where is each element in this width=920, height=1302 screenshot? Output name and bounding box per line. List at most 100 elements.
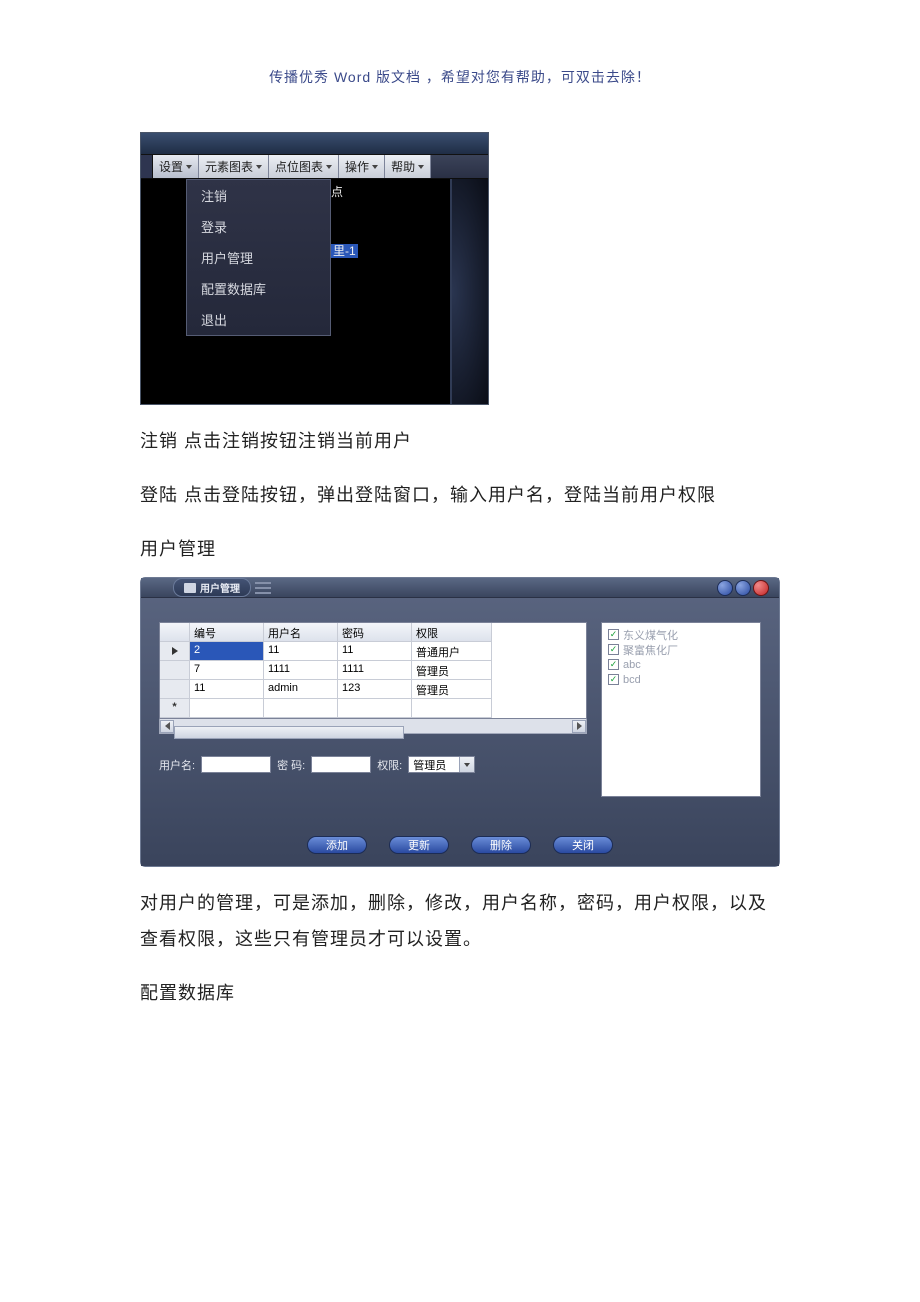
app-titlebar — [141, 133, 488, 155]
menu-label: 设置 — [159, 158, 183, 175]
close-dialog-button[interactable]: 关闭 — [553, 836, 613, 854]
cell-password: 11 — [338, 642, 412, 661]
tree-item[interactable]: ✓ bcd — [608, 672, 754, 687]
checkbox-checked-icon[interactable]: ✓ — [608, 629, 619, 640]
chevron-down-icon — [372, 165, 378, 169]
panel-edge — [450, 179, 488, 404]
scroll-right-button[interactable] — [572, 720, 586, 733]
dropdown-item-exit[interactable]: 退出 — [187, 304, 330, 335]
table-row[interactable]: 2 11 11 普通用户 — [160, 642, 586, 661]
app-menubar: 设置 元素图表 点位图表 操作 帮助 — [141, 155, 488, 179]
users-table[interactable]: 编号 用户名 密码 权限 2 11 11 普通用户 7 — [159, 622, 587, 719]
tree-label-1: 点 — [331, 183, 358, 200]
dialog-title: 用户管理 — [200, 580, 240, 595]
tree-item-label: bcd — [623, 674, 641, 686]
table-row[interactable]: 7 1111 1111 管理员 — [160, 661, 586, 680]
tree-item-label: 东义煤气化 — [623, 627, 678, 643]
label-password: 密 码: — [277, 757, 305, 773]
checkbox-checked-icon[interactable]: ✓ — [608, 674, 619, 685]
chevron-down-icon — [459, 757, 474, 772]
cell-role: 管理员 — [412, 680, 492, 699]
cell-role: 管理员 — [412, 661, 492, 680]
paragraph-usermgmt-heading: 用户管理 — [140, 531, 780, 567]
settings-menu-screenshot: 设置 元素图表 点位图表 操作 帮助 注销 登录 用户管理 — [140, 132, 489, 405]
menu-element-chart[interactable]: 元素图表 — [199, 155, 269, 178]
hamburger-icon[interactable] — [255, 582, 271, 594]
chevron-down-icon — [418, 165, 424, 169]
close-button[interactable] — [753, 580, 769, 596]
scroll-thumb[interactable] — [174, 726, 404, 739]
user-management-dialog: 用户管理 编号 用户名 密码 权限 — [140, 577, 780, 867]
tree-label-2: 里-1 — [331, 242, 358, 259]
checkbox-checked-icon[interactable]: ✓ — [608, 659, 619, 670]
new-row-icon: * — [160, 699, 190, 718]
tree-item[interactable]: ✓ 东义煤气化 — [608, 627, 754, 642]
col-number: 编号 — [190, 623, 264, 642]
paragraph-login-desc: 登陆 点击登陆按钮，弹出登陆窗口，输入用户名，登陆当前用户权限 — [140, 477, 780, 513]
dialog-titlebar: 用户管理 — [141, 578, 779, 598]
paragraph-usermgmt-desc: 对用户的管理，可是添加，删除，修改，用户名称，密码，用户权限，以及查看权限，这些… — [140, 885, 780, 957]
cell-username: admin — [264, 680, 338, 699]
menu-label: 操作 — [345, 158, 369, 175]
role-select[interactable]: 管理员 — [408, 756, 475, 773]
cell-password: 123 — [338, 680, 412, 699]
dropdown-item-user-mgmt[interactable]: 用户管理 — [187, 242, 330, 273]
tree-item-label: 聚富焦化厂 — [623, 642, 678, 658]
update-button[interactable]: 更新 — [389, 836, 449, 854]
label-username: 用户名: — [159, 757, 195, 773]
dropdown-item-logout[interactable]: 注销 — [187, 180, 330, 211]
paragraph-dbconfig-heading: 配置数据库 — [140, 975, 780, 1011]
dialog-title-pill: 用户管理 — [173, 578, 251, 597]
delete-button[interactable]: 删除 — [471, 836, 531, 854]
chevron-down-icon — [186, 165, 192, 169]
table-row[interactable]: 11 admin 123 管理员 — [160, 680, 586, 699]
username-input[interactable] — [201, 756, 271, 773]
cell-number: 7 — [190, 661, 264, 680]
paragraph-logout-desc: 注销 点击注销按钮注销当前用户 — [140, 423, 780, 459]
user-form-row: 用户名: 密 码: 权限: 管理员 — [159, 756, 587, 773]
scroll-left-button[interactable] — [160, 720, 174, 733]
dialog-button-row: 添加 更新 删除 关闭 — [141, 836, 779, 854]
horizontal-scrollbar[interactable] — [159, 719, 587, 734]
checkbox-checked-icon[interactable]: ✓ — [608, 644, 619, 655]
document-watermark: 传播优秀 Word 版文档 ，希望对您有帮助，可双击去除！ — [0, 0, 920, 87]
tree-item[interactable]: ✓ abc — [608, 657, 754, 672]
cell-role: 普通用户 — [412, 642, 492, 661]
cell-number: 11 — [190, 680, 264, 699]
label-role: 权限: — [377, 757, 402, 773]
user-icon — [184, 583, 196, 593]
table-new-row[interactable]: * — [160, 699, 586, 718]
caret-right-icon — [577, 722, 582, 730]
cell-number: 2 — [190, 642, 264, 661]
chevron-down-icon — [326, 165, 332, 169]
dropdown-item-login[interactable]: 登录 — [187, 211, 330, 242]
table-header-row: 编号 用户名 密码 权限 — [160, 623, 586, 642]
menu-operate[interactable]: 操作 — [339, 155, 385, 178]
col-password: 密码 — [338, 623, 412, 642]
minimize-button[interactable] — [717, 580, 733, 596]
password-input[interactable] — [311, 756, 371, 773]
col-role: 权限 — [412, 623, 492, 642]
menu-label: 帮助 — [391, 158, 415, 175]
add-button[interactable]: 添加 — [307, 836, 367, 854]
tree-item-label: abc — [623, 659, 641, 671]
dropdown-item-db-config[interactable]: 配置数据库 — [187, 273, 330, 304]
menu-label: 元素图表 — [205, 158, 253, 175]
tree-item[interactable]: ✓ 聚富焦化厂 — [608, 642, 754, 657]
cell-username: 1111 — [264, 661, 338, 680]
chevron-down-icon — [256, 165, 262, 169]
background-tree-labels: 点 里-1 — [331, 183, 358, 301]
settings-dropdown: 注销 登录 用户管理 配置数据库 退出 — [186, 179, 331, 336]
menubar-grip — [141, 155, 153, 178]
menu-help[interactable]: 帮助 — [385, 155, 431, 178]
permission-tree[interactable]: ✓ 东义煤气化 ✓ 聚富焦化厂 ✓ abc ✓ bcd — [601, 622, 761, 797]
cell-password: 1111 — [338, 661, 412, 680]
menu-point-chart[interactable]: 点位图表 — [269, 155, 339, 178]
menu-label: 点位图表 — [275, 158, 323, 175]
menu-settings[interactable]: 设置 — [153, 155, 199, 178]
row-indicator-icon — [172, 647, 178, 655]
caret-left-icon — [165, 722, 170, 730]
maximize-button[interactable] — [735, 580, 751, 596]
col-username: 用户名 — [264, 623, 338, 642]
cell-username: 11 — [264, 642, 338, 661]
